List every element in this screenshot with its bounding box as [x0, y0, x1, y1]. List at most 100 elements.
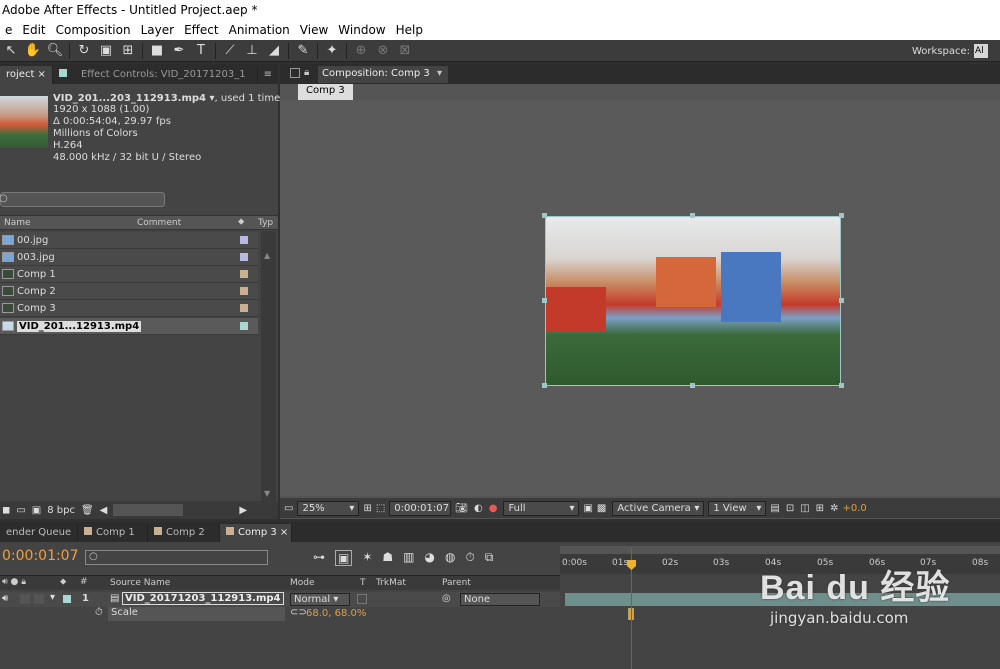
layer-name[interactable]: VID_20171203_112913.mp4 [122, 592, 284, 605]
transform-handle[interactable] [542, 298, 547, 303]
menu-effect[interactable]: Effect [179, 20, 224, 40]
color-channel-icon[interactable]: ● [489, 503, 498, 514]
chevron-down-icon[interactable]: ▾ [437, 68, 442, 79]
magnification-dropdown[interactable]: 25% ▾ [297, 500, 360, 516]
always-preview-icon[interactable]: ▭ [284, 503, 293, 514]
column-source-name[interactable]: Source Name [110, 578, 170, 588]
label-swatch[interactable] [240, 287, 248, 295]
region-of-interest-icon[interactable]: ▣ [583, 503, 592, 514]
transparency-grid-icon[interactable]: ▩ [597, 503, 606, 514]
rotate-tool-icon[interactable]: ↻ [73, 41, 95, 61]
timeline-icon[interactable]: ◫ [800, 503, 809, 514]
column-comment[interactable]: Comment [137, 218, 181, 228]
new-folder-icon[interactable]: ▭ [16, 505, 25, 516]
resolution-dropdown[interactable]: Full ▾ [503, 500, 580, 516]
scroll-down-icon[interactable]: ▼ [264, 489, 270, 498]
label-swatch[interactable] [63, 595, 71, 603]
selection-tool-icon[interactable]: ↖ [0, 41, 22, 61]
column-mode[interactable]: Mode [290, 578, 315, 588]
preserve-transparency-toggle[interactable] [357, 594, 367, 604]
live-update-icon[interactable]: ▣ [335, 550, 353, 566]
grid-icon[interactable]: ⊞ [363, 503, 371, 514]
show-snapshot-icon[interactable]: ◐ [474, 503, 483, 514]
tab-project[interactable]: roject × [0, 66, 53, 84]
tab-comp-2[interactable]: Comp 2 [148, 524, 220, 542]
roto-brush-tool-icon[interactable]: ✎ [292, 41, 314, 61]
brush-tool-icon[interactable]: ⟋ [219, 41, 241, 61]
label-swatch[interactable] [240, 270, 248, 278]
label-tag-icon[interactable]: ⬥ [238, 217, 244, 227]
project-item[interactable]: Comp 2 [0, 283, 258, 300]
constrain-proportions-icon[interactable]: ⊂⊃ [290, 607, 307, 618]
toggle-pixel-aspect-icon[interactable]: ▤ [770, 503, 779, 514]
transform-handle[interactable] [839, 298, 844, 303]
puppet-pin-tool-icon[interactable]: ✦ [321, 41, 343, 61]
horizontal-scrollbar[interactable] [113, 504, 184, 516]
menu-window[interactable]: Window [333, 20, 390, 40]
fast-previews-icon[interactable]: ⊡ [786, 503, 794, 514]
scroll-left-icon[interactable]: ◀ [100, 505, 108, 516]
tab-composition[interactable]: Composition: Comp 3 [318, 66, 448, 83]
audio-icon[interactable]: 🔊︎ [2, 593, 8, 604]
blend-mode-dropdown[interactable]: Normal ▾ [290, 593, 350, 606]
menu-layer[interactable]: Layer [136, 20, 179, 40]
frame-blending-icon[interactable]: ▥ [403, 550, 414, 566]
exposure-value[interactable]: +0.0 [842, 503, 866, 514]
comp-mini-flowchart-icon[interactable]: ⊶ [313, 550, 325, 566]
pen-tool-icon[interactable]: ✒ [168, 41, 190, 61]
column-name[interactable]: Name [4, 218, 31, 228]
transform-handle[interactable] [690, 213, 695, 218]
shy-layers-icon[interactable]: ☗ [382, 550, 393, 566]
zoom-tool-icon[interactable]: 🔍︎ [44, 41, 66, 61]
transform-handle[interactable] [542, 383, 547, 388]
project-item[interactable]: 00.jpg [0, 232, 258, 249]
graph-editor-icon[interactable]: ⧉ [485, 550, 494, 566]
hand-tool-icon[interactable]: ✋ [22, 41, 44, 61]
label-swatch[interactable] [240, 253, 248, 261]
flowchart-icon[interactable]: ⊞ [816, 503, 824, 514]
view-layout-dropdown[interactable]: 1 View ▾ [708, 500, 767, 516]
exposure-icon[interactable]: ✲ [830, 503, 838, 514]
comp-breadcrumb[interactable]: Comp 3 [298, 84, 353, 100]
clone-stamp-tool-icon[interactable]: ⊥ [241, 41, 263, 61]
axis-mode-world-icon[interactable]: ⊗ [372, 41, 394, 61]
chevron-down-icon[interactable]: ▾ [50, 592, 55, 603]
type-tool-icon[interactable]: T [190, 41, 212, 61]
menu-animation[interactable]: Animation [224, 20, 295, 40]
workspace-dropdown[interactable]: Al [974, 44, 988, 58]
axis-mode-view-icon[interactable]: ⊠ [394, 41, 416, 61]
rectangle-tool-icon[interactable]: ■ [146, 41, 168, 61]
label-swatch[interactable] [240, 304, 248, 312]
tab-effect-controls[interactable]: Effect Controls: VID_20171203_1 [53, 66, 258, 84]
mask-visibility-icon[interactable]: ⬚ [376, 503, 385, 514]
solo-toggle[interactable] [20, 594, 30, 604]
label-swatch[interactable] [240, 236, 248, 244]
lock-icon[interactable]: 🔒︎ [304, 67, 309, 78]
project-search-input[interactable]: ○ [0, 192, 165, 207]
workspace-selector[interactable]: Workspace: Al [912, 44, 988, 58]
snapshot-icon[interactable]: 📷︎ [455, 503, 468, 514]
menu-file[interactable]: e [0, 20, 17, 40]
axis-mode-local-icon[interactable]: ⊕ [350, 41, 372, 61]
work-area-bar[interactable] [560, 546, 1000, 554]
transform-handle[interactable] [839, 213, 844, 218]
menu-help[interactable]: Help [391, 20, 428, 40]
transform-handle[interactable] [542, 213, 547, 218]
project-item[interactable]: 003.jpg [0, 249, 258, 266]
project-item[interactable]: Comp 3 [0, 300, 258, 317]
column-parent[interactable]: Parent [442, 578, 471, 588]
motion-blur-icon[interactable]: ◕ [425, 550, 435, 566]
project-scrollbar[interactable]: ▲ ▼ [261, 231, 276, 501]
tab-comp-3[interactable]: Comp 3 × [220, 524, 292, 542]
transform-handle[interactable] [839, 383, 844, 388]
panel-grip-icon[interactable] [290, 68, 300, 78]
current-time-field[interactable]: 0:00:01:07 [389, 500, 452, 516]
interpret-footage-icon[interactable]: ◼ [2, 505, 10, 516]
stopwatch-icon[interactable]: ⏱︎ [95, 607, 103, 618]
column-type[interactable]: Typ [258, 218, 273, 228]
project-item[interactable]: Comp 1 [0, 266, 258, 283]
av-features-icon[interactable]: 🔊︎ ● 🔒︎ [2, 577, 26, 587]
timeline-current-time[interactable]: 0:00:01:07 [2, 548, 79, 564]
camera-dropdown[interactable]: Active Camera ▾ [612, 500, 705, 516]
scale-value[interactable]: 68.0, 68.0% [306, 608, 366, 619]
